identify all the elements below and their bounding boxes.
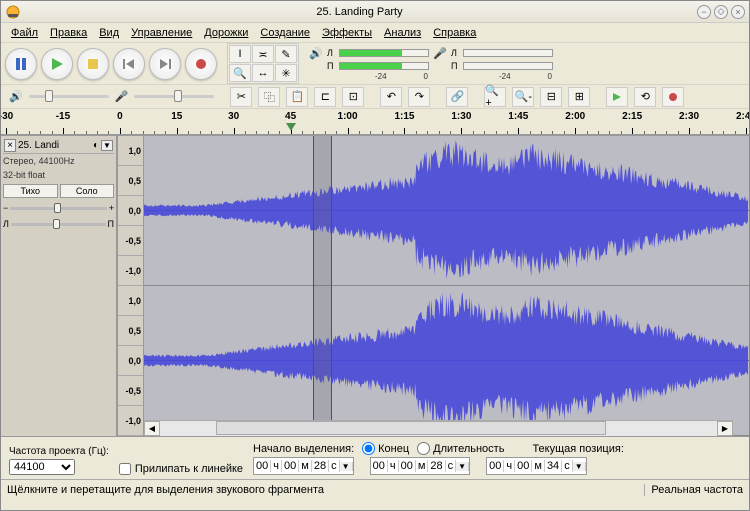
maximize-button[interactable]: ◇: [714, 5, 728, 19]
speaker-icon: 🔊: [9, 90, 23, 103]
scroll-left-button[interactable]: ◀: [144, 421, 160, 436]
scroll-right-button[interactable]: ▶: [717, 421, 733, 436]
statusbar: Щёлкните и перетащите для выделения звук…: [1, 479, 749, 499]
channel-right[interactable]: [144, 286, 749, 436]
play-button[interactable]: [41, 48, 73, 80]
track-name[interactable]: 25. Landi: [18, 140, 91, 151]
waveform-view[interactable]: 1,00,50,0-0,5-1,0 1,00,50,0-0,5-1,0 ◀ ▶: [118, 136, 749, 436]
track-control-panel: × 25. Landi ◐ ▼ Стерео, 44100Hz 32-bit f…: [1, 136, 118, 436]
track-area: × 25. Landi ◐ ▼ Стерео, 44100Hz 32-bit f…: [1, 135, 749, 437]
project-rate-label: Частота проекта (Гц):: [9, 446, 109, 457]
output-volume-slider[interactable]: [29, 95, 109, 98]
track-bitdepth: 32-bit float: [3, 168, 114, 182]
trim-button[interactable]: ⊏: [314, 87, 336, 107]
mute-button[interactable]: Тихо: [3, 184, 58, 198]
skip-end-button[interactable]: [149, 48, 181, 80]
track-dropdown[interactable]: ▼: [101, 140, 113, 151]
amplitude-scale: 1,00,50,0-0,5-1,0 1,00,50,0-0,5-1,0: [118, 136, 144, 436]
multi-tool[interactable]: ✳: [275, 64, 297, 82]
titlebar: 25. Landing Party − ◇ ×: [1, 1, 749, 23]
transport-toolbar: I ≍ ✎ 🔍 ↔ ✳ 🔊Л П -240 🎤Л П -240: [1, 43, 749, 85]
timeline-ruler[interactable]: -30-1501530451:001:151:301:452:002:152:3…: [1, 109, 749, 135]
selection-end-time[interactable]: 00ч00м28с▼: [370, 457, 471, 475]
project-rate-select[interactable]: 44100: [9, 459, 75, 475]
solo-button[interactable]: Соло: [60, 184, 115, 198]
app-icon: [5, 4, 21, 20]
loop-play-button[interactable]: ⟲: [634, 87, 656, 107]
gain-slider[interactable]: −+: [3, 203, 114, 213]
menu-view[interactable]: Вид: [93, 25, 125, 41]
horizontal-scrollbar[interactable]: ◀ ▶: [144, 420, 733, 436]
menubar: Файл Правка Вид Управление Дорожки Созда…: [1, 23, 749, 43]
length-radio[interactable]: Длительность: [417, 442, 504, 455]
redo-button[interactable]: ↷: [408, 87, 430, 107]
pan-slider[interactable]: ЛП: [3, 219, 114, 229]
menu-edit[interactable]: Правка: [44, 25, 93, 41]
menu-tracks[interactable]: Дорожки: [198, 25, 254, 41]
append-record-button[interactable]: [662, 87, 684, 107]
mic-icon: 🎤: [115, 90, 129, 103]
edit-toolbar: 🔊 🎤 ✂ ⿻ 📋 ⊏ ⊡ ↶ ↷ 🔗 🔍+ 🔍- ⊟ ⊞ ⟲: [1, 85, 749, 109]
timeshift-tool[interactable]: ↔: [252, 64, 274, 82]
undo-button[interactable]: ↶: [380, 87, 402, 107]
skip-start-button[interactable]: [113, 48, 145, 80]
paste-button[interactable]: 📋: [286, 87, 308, 107]
menu-generate[interactable]: Создание: [254, 25, 316, 41]
link-button[interactable]: 🔗: [446, 87, 468, 107]
menu-file[interactable]: Файл: [5, 25, 44, 41]
window-title: 25. Landing Party: [25, 6, 694, 18]
menu-help[interactable]: Справка: [427, 25, 482, 41]
zoom-in-button[interactable]: 🔍+: [484, 87, 506, 107]
fit-project-button[interactable]: ⊞: [568, 87, 590, 107]
zoom-out-button[interactable]: 🔍-: [512, 87, 534, 107]
track-close-button[interactable]: ×: [4, 139, 16, 152]
playback-meter: 🔊Л П -240: [309, 46, 429, 81]
track-format: Стерео, 44100Hz: [3, 154, 114, 168]
menu-effects[interactable]: Эффекты: [316, 25, 378, 41]
selection-toolbar: Частота проекта (Гц): 44100 Прилипать к …: [1, 437, 749, 479]
selection-start-label: Начало выделения:: [253, 443, 354, 455]
mic-icon: 🎤: [433, 46, 447, 60]
track-menu-icon: ◐: [93, 140, 99, 151]
channel-left[interactable]: [144, 136, 749, 286]
audio-position-time[interactable]: 00ч00м34с▼: [486, 457, 587, 475]
menu-control[interactable]: Управление: [125, 25, 198, 41]
cut-button[interactable]: ✂: [230, 87, 252, 107]
selection-start-time[interactable]: 00ч00м28с▼: [253, 457, 354, 475]
fit-selection-button[interactable]: ⊟: [540, 87, 562, 107]
envelope-tool[interactable]: ≍: [252, 45, 274, 63]
minimize-button[interactable]: −: [697, 5, 711, 19]
zoom-tool[interactable]: 🔍: [229, 64, 251, 82]
tool-palette: I ≍ ✎ 🔍 ↔ ✳: [227, 43, 299, 84]
silence-button[interactable]: ⊡: [342, 87, 364, 107]
copy-button[interactable]: ⿻: [258, 87, 280, 107]
selection-tool[interactable]: I: [229, 45, 251, 63]
speaker-icon: 🔊: [309, 46, 323, 60]
play-region-button[interactable]: [606, 87, 628, 107]
menu-analyze[interactable]: Анализ: [378, 25, 427, 41]
stop-button[interactable]: [77, 48, 109, 80]
current-position-label: Текущая позиция:: [532, 443, 623, 455]
status-rate: Реальная частота: [644, 484, 743, 496]
end-radio[interactable]: Конец: [362, 442, 409, 455]
snap-label: Прилипать к линейке: [135, 463, 243, 475]
snap-checkbox[interactable]: [119, 463, 131, 475]
draw-tool[interactable]: ✎: [275, 45, 297, 63]
record-meter: 🎤Л П -240: [433, 46, 553, 81]
pause-button[interactable]: [5, 48, 37, 80]
record-button[interactable]: [185, 48, 217, 80]
input-volume-slider[interactable]: [134, 95, 214, 98]
close-button[interactable]: ×: [731, 5, 745, 19]
status-message: Щёлкните и перетащите для выделения звук…: [7, 484, 644, 496]
